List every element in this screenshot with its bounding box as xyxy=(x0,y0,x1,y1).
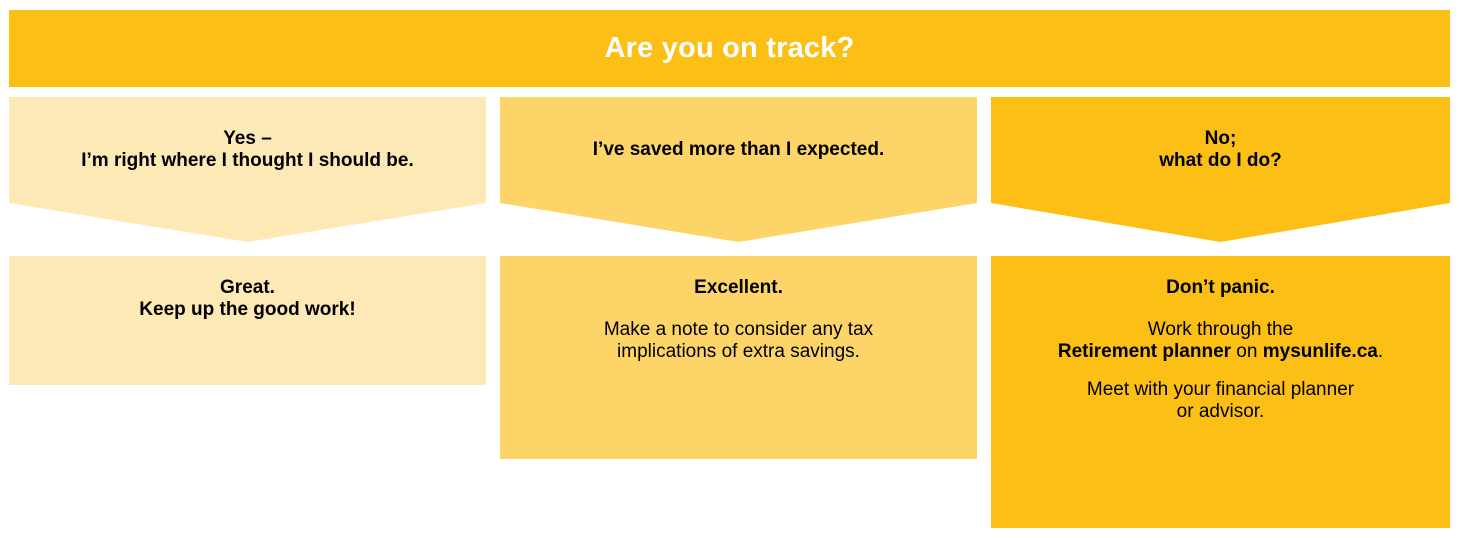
answer-box-yes: Great. Keep up the good work! xyxy=(9,256,486,385)
answer-no-p2-line2: or advisor. xyxy=(1176,401,1265,422)
question-yes: Yes – I’m right where I thought I should… xyxy=(9,97,486,203)
question-no-line2: what do I do? xyxy=(1159,150,1282,171)
answer-no-paragraph1: Work through the Retirement planner on m… xyxy=(991,319,1450,363)
header-banner: Are you on track? xyxy=(9,10,1450,87)
answer-no-p1-mid: on xyxy=(1231,341,1263,362)
answer-saved-more-body-line1: Make a note to consider any tax xyxy=(603,319,874,340)
answer-saved-more-title: Excellent. xyxy=(694,277,783,298)
header-title: Are you on track? xyxy=(604,32,855,64)
mysunlife-text: mysunlife.ca xyxy=(1262,341,1378,362)
retirement-planner-text: Retirement planner xyxy=(1057,341,1232,362)
answer-no-p1-end: . xyxy=(1377,341,1384,362)
answer-yes-title-line2: Keep up the good work! xyxy=(139,299,356,320)
answer-box-saved-more: Excellent. Make a note to consider any t… xyxy=(500,256,977,459)
answer-no-p1-line1: Work through the xyxy=(1147,319,1294,340)
answer-yes-title-line1: Great. xyxy=(220,277,275,298)
question-no-line1: No; xyxy=(1204,128,1237,149)
answer-no-p2-line1: Meet with your financial planner xyxy=(1086,379,1355,400)
answer-saved-more-body: Make a note to consider any tax implicat… xyxy=(500,319,977,363)
answer-box-no: Don’t panic. Work through the Retirement… xyxy=(991,256,1450,528)
answer-no-paragraph2: Meet with your financial planner or advi… xyxy=(991,379,1450,423)
question-saved-more-line1: I’ve saved more than I expected. xyxy=(592,139,885,160)
answer-no-p1-line2: Retirement planner on mysunlife.ca. xyxy=(991,341,1450,363)
question-yes-line2: I’m right where I thought I should be. xyxy=(81,150,414,171)
question-no: No; what do I do? xyxy=(991,97,1450,203)
answer-saved-more-body-line2: implications of extra savings. xyxy=(617,341,860,362)
answer-no-title: Don’t panic. xyxy=(1166,277,1275,298)
question-yes-line1: Yes – xyxy=(223,128,272,149)
question-saved-more: I’ve saved more than I expected. xyxy=(500,97,977,203)
answer-yes-title: Great. Keep up the good work! xyxy=(9,277,486,321)
